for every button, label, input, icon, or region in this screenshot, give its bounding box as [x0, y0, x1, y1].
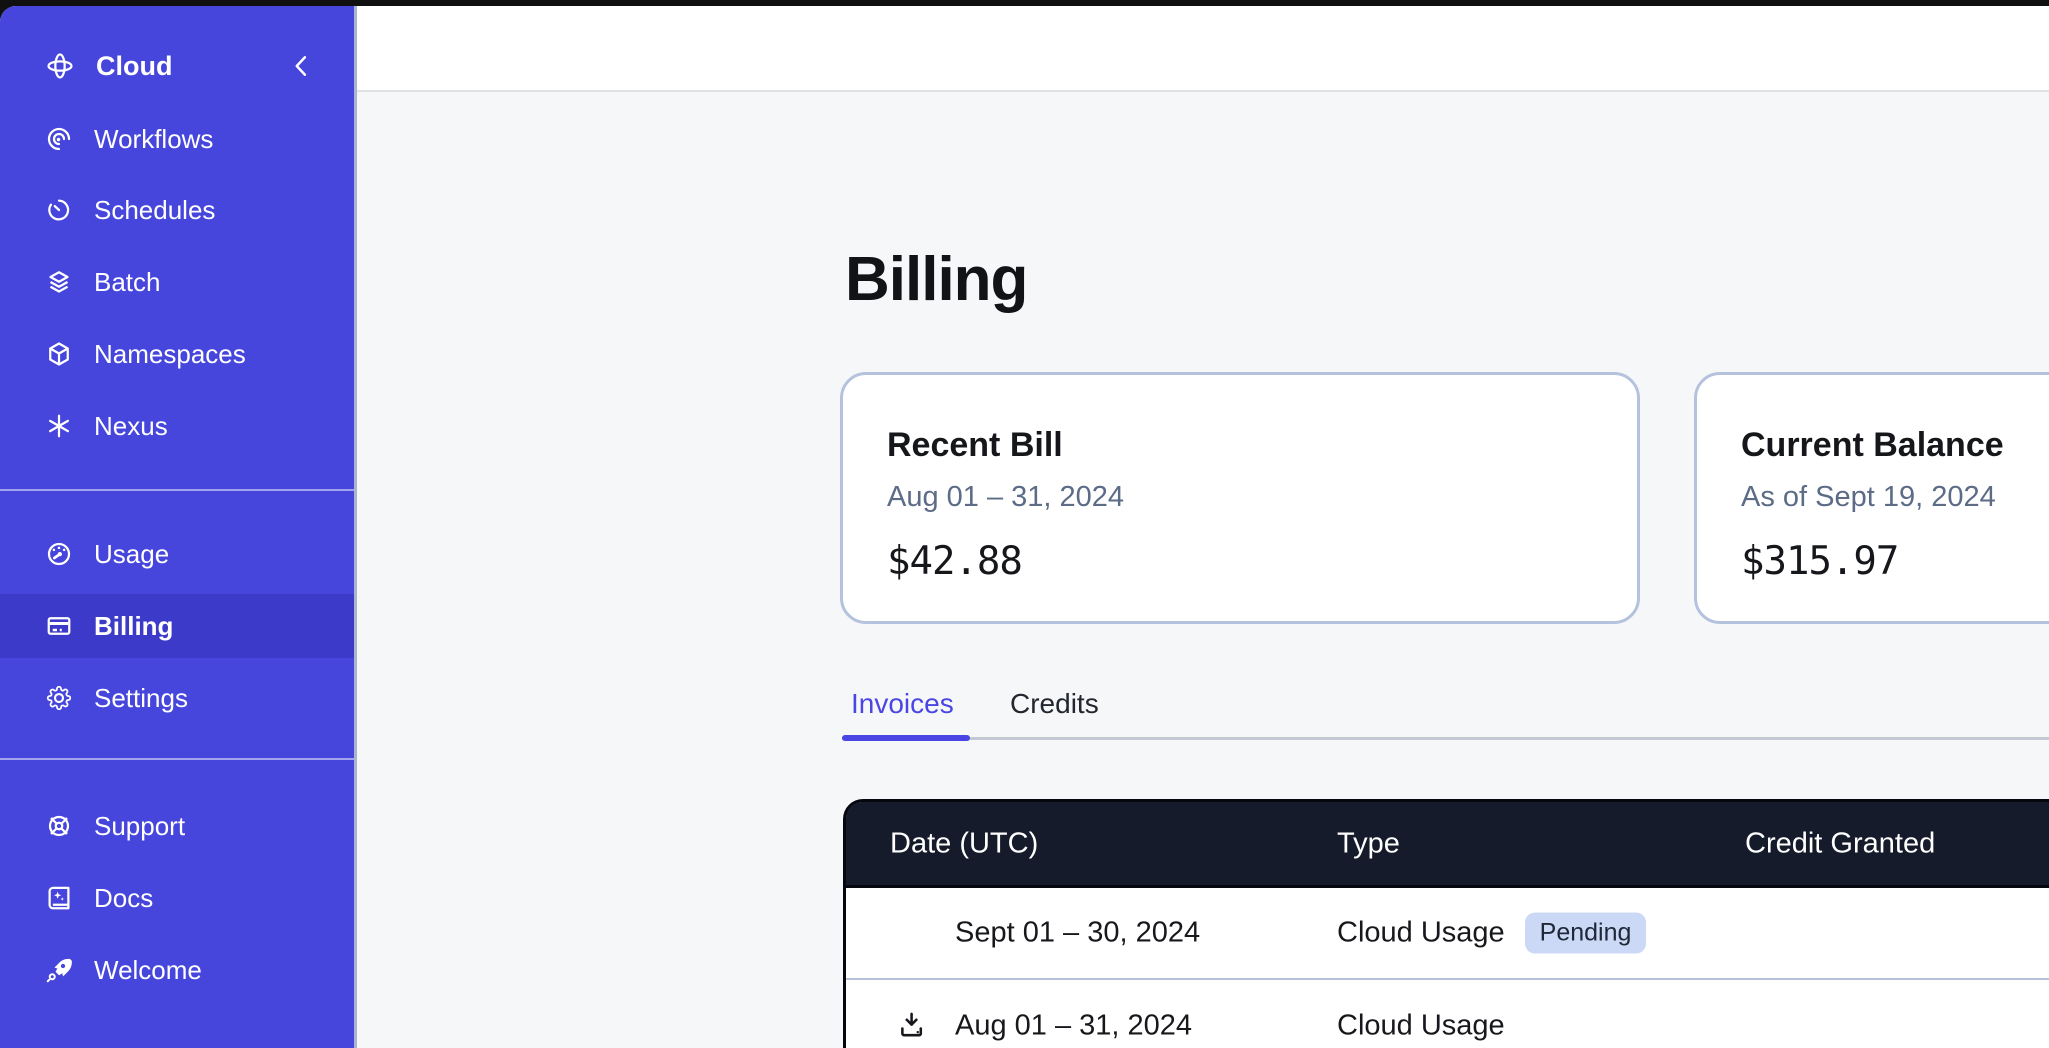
sidebar-item-label: Namespaces [94, 339, 246, 370]
sidebar-item-billing[interactable]: Billing [0, 594, 354, 658]
sidebar-item-label: Cloud [96, 51, 172, 82]
sidebar-item-docs[interactable]: Docs [0, 866, 354, 930]
sidebar-item-label: Docs [94, 883, 153, 914]
invoice-type: Cloud Usage [1337, 917, 1505, 950]
sidebar-item-support[interactable]: Support [0, 794, 354, 858]
table-row: Aug 01 – 31, 2024 Cloud Usage [846, 980, 2049, 1048]
recent-bill-card: Recent Bill Aug 01 – 31, 2024 $42.88 [840, 372, 1640, 624]
current-balance-amount: $315.97 [1741, 540, 2049, 584]
billing-icon [44, 611, 74, 641]
namespaces-icon [44, 339, 74, 369]
tabs-baseline [842, 737, 2049, 740]
recent-bill-period: Aug 01 – 31, 2024 [887, 480, 1593, 514]
sidebar: Cloud Workflows Schedules [0, 6, 357, 1048]
invoice-date: Aug 01 – 31, 2024 [955, 1010, 1192, 1043]
sidebar-item-settings[interactable]: Settings [0, 666, 354, 730]
recent-bill-title: Recent Bill [887, 424, 1593, 466]
sidebar-item-label: Settings [94, 683, 188, 714]
app-window: Cloud Workflows Schedules [0, 6, 2049, 1048]
page-title: Billing [845, 240, 1027, 320]
sidebar-item-workflows[interactable]: Workflows [0, 107, 354, 171]
batch-icon [44, 267, 74, 297]
current-balance-card: Current Balance As of Sept 19, 2024 $315… [1694, 372, 2049, 624]
column-header-credit-granted: Credit Granted [1745, 827, 1935, 860]
workflows-icon [44, 124, 74, 154]
sidebar-item-nexus[interactable]: Nexus [0, 394, 354, 458]
recent-bill-amount: $42.88 [887, 540, 1593, 584]
chevron-left-icon [288, 52, 316, 80]
download-icon [896, 1009, 930, 1043]
sidebar-item-label: Support [94, 811, 185, 842]
temporal-logo-icon [44, 50, 76, 82]
invoice-type-cell: Cloud Usage [1337, 1010, 1505, 1043]
tab-invoices[interactable]: Invoices [851, 688, 954, 720]
invoices-table: Date (UTC) Type Credit Granted Sept 01 –… [843, 799, 2049, 1048]
column-header-date: Date (UTC) [890, 827, 1038, 860]
status-badge: Pending [1525, 913, 1647, 954]
sidebar-item-label: Usage [94, 539, 169, 570]
tab-credits[interactable]: Credits [1010, 688, 1099, 720]
invoice-type: Cloud Usage [1337, 1010, 1505, 1043]
sidebar-item-label: Batch [94, 267, 161, 298]
sidebar-item-label: Workflows [94, 124, 213, 155]
sidebar-item-batch[interactable]: Batch [0, 250, 354, 314]
gear-icon [44, 683, 74, 713]
nexus-icon [44, 411, 74, 441]
sidebar-item-label: Billing [94, 611, 173, 642]
sidebar-item-welcome[interactable]: Welcome [0, 938, 354, 1002]
sidebar-divider [0, 489, 354, 491]
invoice-date: Sept 01 – 30, 2024 [955, 917, 1200, 950]
lifebuoy-icon [44, 811, 74, 841]
sidebar-divider [0, 758, 354, 760]
sidebar-item-label: Nexus [94, 411, 168, 442]
table-row: Sept 01 – 30, 2024 Cloud Usage Pending [846, 888, 2049, 978]
usage-icon [44, 539, 74, 569]
sidebar-collapse-button[interactable] [288, 52, 316, 80]
sidebar-item-label: Welcome [94, 955, 202, 986]
docs-book-icon [44, 883, 74, 913]
download-invoice-button[interactable] [896, 1009, 930, 1043]
tab-active-indicator [842, 735, 970, 741]
current-balance-as-of: As of Sept 19, 2024 [1741, 480, 2049, 514]
sidebar-item-schedules[interactable]: Schedules [0, 178, 354, 242]
sidebar-item-usage[interactable]: Usage [0, 522, 354, 586]
column-header-type: Type [1337, 827, 1400, 860]
schedules-icon [44, 195, 74, 225]
current-balance-title: Current Balance [1741, 424, 2049, 466]
sidebar-item-label: Schedules [94, 195, 215, 226]
topbar [357, 6, 2049, 92]
rocket-icon [44, 955, 74, 985]
sidebar-item-namespaces[interactable]: Namespaces [0, 322, 354, 386]
table-header-row: Date (UTC) Type Credit Granted [846, 802, 2049, 888]
invoice-type-cell: Cloud Usage Pending [1337, 913, 1646, 954]
